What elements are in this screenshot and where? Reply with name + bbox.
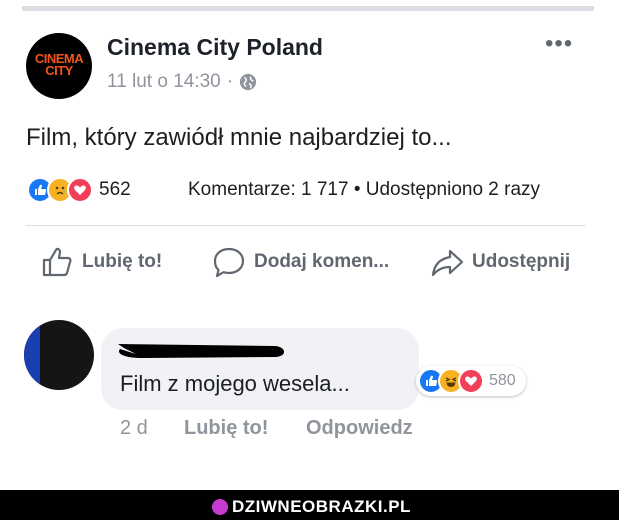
share-button[interactable]: Udostępnij xyxy=(430,245,570,279)
share-button-label: Udostępnij xyxy=(472,251,571,272)
stats-separator: • xyxy=(353,179,361,200)
share-arrow-icon xyxy=(431,249,464,277)
comment-reply-link[interactable]: Odpowiedz xyxy=(306,417,413,440)
actions-divider xyxy=(26,225,586,226)
comment-time[interactable]: 2 d xyxy=(120,417,184,440)
post-text: Film, który zawiódł mnie najbardziej to.… xyxy=(26,124,452,151)
comment-reaction-count: 580 xyxy=(489,372,516,389)
comment-text: Film z mojego wesela... xyxy=(120,371,350,396)
commenter-avatar[interactable] xyxy=(24,320,94,390)
comment-button-label: Dodaj komen... xyxy=(254,251,390,272)
redacted-name-scribble xyxy=(118,344,285,358)
meta-separator: · xyxy=(226,71,234,92)
post-timestamp[interactable]: 11 lut o 14:30 xyxy=(107,71,221,93)
comment-reactions[interactable]: 580 xyxy=(416,366,526,396)
comment-button[interactable]: Dodaj komen... xyxy=(212,245,389,279)
comment-like-link[interactable]: Lubię to! xyxy=(184,417,306,440)
avatar-stripe xyxy=(24,320,40,390)
watermark-text: DZIWNEOBRAZKI.PL xyxy=(232,497,411,516)
top-divider xyxy=(22,6,594,11)
like-button-label: Lubię to! xyxy=(82,251,163,272)
love-icon xyxy=(67,177,93,203)
watermark-icon xyxy=(212,499,228,515)
post-author[interactable]: Cinema City Poland xyxy=(107,34,323,61)
shares-count[interactable]: Udostępniono 2 razy xyxy=(366,179,540,200)
comment-icon xyxy=(213,247,245,278)
comment-meta: 2 d Lubię to! Odpowiedz xyxy=(120,417,413,440)
cinema-city-logo: CINEMA CITY xyxy=(34,51,84,78)
post-stats: Komentarze: 1 717 • Udostępniono 2 razy xyxy=(188,179,540,201)
watermark: DZIWNEOBRAZKI.PL xyxy=(212,497,411,517)
globe-icon xyxy=(239,73,257,91)
comments-count[interactable]: Komentarze: 1 717 xyxy=(188,179,349,200)
more-options-icon[interactable]: ••• xyxy=(545,30,573,58)
thumbs-up-icon xyxy=(42,247,72,277)
like-button[interactable]: Lubię to! xyxy=(40,245,162,279)
love-icon xyxy=(458,368,484,394)
reaction-count: 562 xyxy=(99,179,131,200)
page-avatar[interactable]: CINEMA CITY xyxy=(26,33,92,99)
post-actions: Lubię to! Dodaj komen... Udostępnij xyxy=(26,245,586,281)
post-meta: 11 lut o 14:30 · xyxy=(107,71,257,93)
post-reactions[interactable]: 562 xyxy=(27,177,131,203)
